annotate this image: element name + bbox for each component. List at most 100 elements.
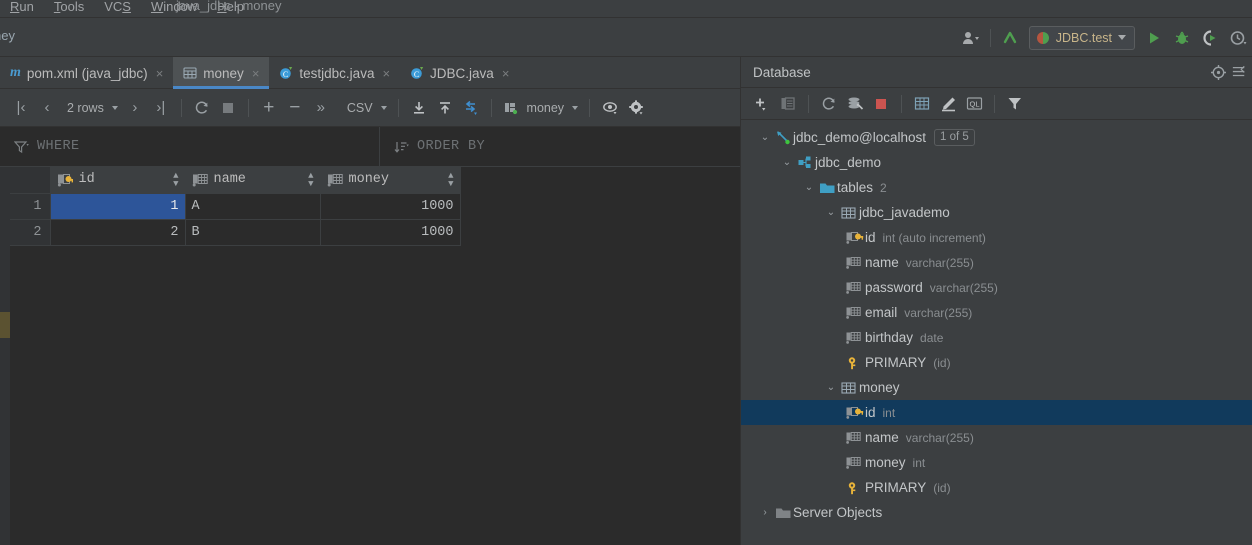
tree-node-column-id[interactable]: id int (auto increment): [741, 225, 1252, 250]
tree-node-money-column-id[interactable]: id int: [741, 400, 1252, 425]
sort-arrows-icon[interactable]: ▲ ▼: [308, 171, 313, 188]
tree-node-column-name[interactable]: name varchar(255): [741, 250, 1252, 275]
column-header-name[interactable]: name ▲ ▼: [185, 167, 321, 194]
cell-money[interactable]: 1000: [320, 193, 461, 220]
next-page-button[interactable]: ›: [122, 95, 148, 121]
close-icon[interactable]: ×: [156, 66, 164, 81]
tree-node-tables-folder[interactable]: ⌄ tables 2: [741, 175, 1252, 200]
tree-node-label: name: [865, 255, 899, 270]
editor-tab-money[interactable]: money ×: [173, 57, 270, 89]
add-row-button[interactable]: +: [256, 95, 282, 121]
sort-arrows-icon[interactable]: ▲ ▼: [448, 171, 453, 188]
debug-icon[interactable]: [1168, 24, 1196, 52]
row-count-selector[interactable]: 2 rows: [60, 101, 122, 115]
import-icon[interactable]: [406, 95, 432, 121]
menu-item-vcs[interactable]: VCS: [94, 0, 141, 14]
column-icon: [327, 173, 344, 187]
datasource-selector[interactable]: money: [499, 100, 583, 115]
tree-node-money-column-name[interactable]: name varchar(255): [741, 425, 1252, 450]
toolbar-separator: [994, 94, 995, 113]
gear-icon[interactable]: [623, 95, 649, 121]
toolbar-separator: [180, 98, 182, 117]
jump-to-query-console-icon[interactable]: QL: [961, 91, 987, 117]
row-number: 2: [10, 219, 51, 246]
previous-page-button[interactable]: ‹: [34, 95, 60, 121]
order-by-filter[interactable]: ORDER BY: [380, 127, 740, 166]
database-tool-window: Database QL ⌄ jdbc_demo@localhost 1 of 5…: [740, 57, 1252, 545]
tree-node-money-table[interactable]: ⌄ money: [741, 375, 1252, 400]
chevron-down-icon[interactable]: [1118, 35, 1126, 40]
refresh-icon[interactable]: [816, 91, 842, 117]
chevron-right-icon[interactable]: ›: [757, 507, 773, 518]
delete-row-button[interactable]: −: [282, 95, 308, 121]
column-header-id[interactable]: id ▲ ▼: [50, 167, 186, 194]
update-project-icon[interactable]: [996, 24, 1024, 52]
cell-id[interactable]: 1: [50, 193, 186, 220]
tree-node-jdbc-demo-localhost[interactable]: ⌄ jdbc_demo@localhost 1 of 5: [741, 125, 1252, 150]
close-icon[interactable]: ×: [502, 66, 510, 81]
chevron-down-icon[interactable]: ⌄: [823, 382, 839, 393]
chevron-down-icon[interactable]: ⌄: [779, 157, 795, 168]
edit-icon[interactable]: [935, 91, 961, 117]
menu-item-tools[interactable]: Tools: [44, 0, 94, 14]
schema-icon: [795, 155, 815, 170]
tree-node-money-column-money[interactable]: money int: [741, 450, 1252, 475]
sort-arrows-icon[interactable]: ▲ ▼: [173, 171, 178, 188]
editor-tab-testjdbc-java[interactable]: C testjdbc.java ×: [269, 57, 400, 89]
open-table-editor-icon[interactable]: [909, 91, 935, 117]
close-icon[interactable]: ×: [382, 66, 390, 81]
tree-node-jdbc-javademo-table[interactable]: ⌄ jdbc_javademo: [741, 200, 1252, 225]
export-icon[interactable]: [432, 95, 458, 121]
filter-icon[interactable]: [1002, 91, 1028, 117]
breadcrumb[interactable]: ney: [0, 28, 15, 43]
editor-tab-pom-xml[interactable]: m pom.xml (java_jdbc) ×: [0, 57, 173, 89]
cell-money[interactable]: 1000: [320, 219, 461, 246]
transpose-icon[interactable]: [458, 95, 484, 121]
cell-id[interactable]: 2: [50, 219, 186, 246]
cell-name[interactable]: A: [185, 193, 321, 220]
locate-icon[interactable]: [1204, 58, 1232, 86]
close-icon[interactable]: ×: [252, 66, 260, 81]
where-placeholder: WHERE: [37, 139, 80, 154]
duplicate-icon[interactable]: [775, 91, 801, 117]
table-icon: [839, 381, 859, 395]
run-with-coverage-icon[interactable]: [1196, 24, 1224, 52]
options-menu-icon[interactable]: [1232, 58, 1246, 86]
chevron-down-icon[interactable]: ⌄: [757, 132, 773, 143]
first-page-button[interactable]: |‹: [8, 95, 34, 121]
menu-item-run[interactable]: Run: [0, 0, 44, 14]
tree-node-column-password[interactable]: password varchar(255): [741, 275, 1252, 300]
profiler-icon[interactable]: [1224, 24, 1252, 52]
more-options-button[interactable]: »: [308, 95, 334, 121]
tree-node-label: jdbc_demo@localhost: [793, 130, 927, 145]
tree-node-primary-key[interactable]: PRIMARY (id): [741, 350, 1252, 375]
tree-node-column-birthday[interactable]: birthday date: [741, 325, 1252, 350]
last-page-button[interactable]: ›|: [148, 95, 174, 121]
cell-name[interactable]: B: [185, 219, 321, 246]
refresh-icon[interactable]: [189, 95, 215, 121]
editor-tab-jdbc-java[interactable]: C JDBC.java ×: [400, 57, 519, 89]
table-row[interactable]: 1 1 A 1000: [10, 193, 461, 220]
table-row[interactable]: 2 2 B 1000: [10, 219, 461, 246]
column-icon: [192, 173, 209, 187]
where-filter[interactable]: WHERE: [0, 127, 380, 166]
tree-node-server-objects[interactable]: › Server Objects: [741, 500, 1252, 525]
tree-node-jdbc-demo-schema[interactable]: ⌄ jdbc_demo: [741, 150, 1252, 175]
stop-icon[interactable]: [868, 91, 894, 117]
eye-icon[interactable]: [597, 95, 623, 121]
tree-node-label: PRIMARY: [865, 480, 927, 495]
output-format-selector[interactable]: CSV: [340, 101, 391, 115]
run-configuration-selector[interactable]: JDBC.test: [1028, 25, 1135, 50]
column-icon: [845, 431, 865, 445]
run-icon[interactable]: [1140, 24, 1168, 52]
tree-node-column-email[interactable]: email varchar(255): [741, 300, 1252, 325]
chevron-down-icon[interactable]: ⌄: [801, 182, 817, 193]
stop-icon[interactable]: [215, 95, 241, 121]
table-header-row: id ▲ ▼ name ▲ ▼ money ▲ ▼: [10, 167, 461, 194]
user-settings-icon[interactable]: [957, 24, 985, 52]
modify-icon[interactable]: [842, 91, 868, 117]
column-header-money[interactable]: money ▲ ▼: [320, 167, 461, 194]
add-datasource-icon[interactable]: [749, 91, 775, 117]
chevron-down-icon[interactable]: ⌄: [823, 207, 839, 218]
tree-node-money-primary-key[interactable]: PRIMARY (id): [741, 475, 1252, 500]
